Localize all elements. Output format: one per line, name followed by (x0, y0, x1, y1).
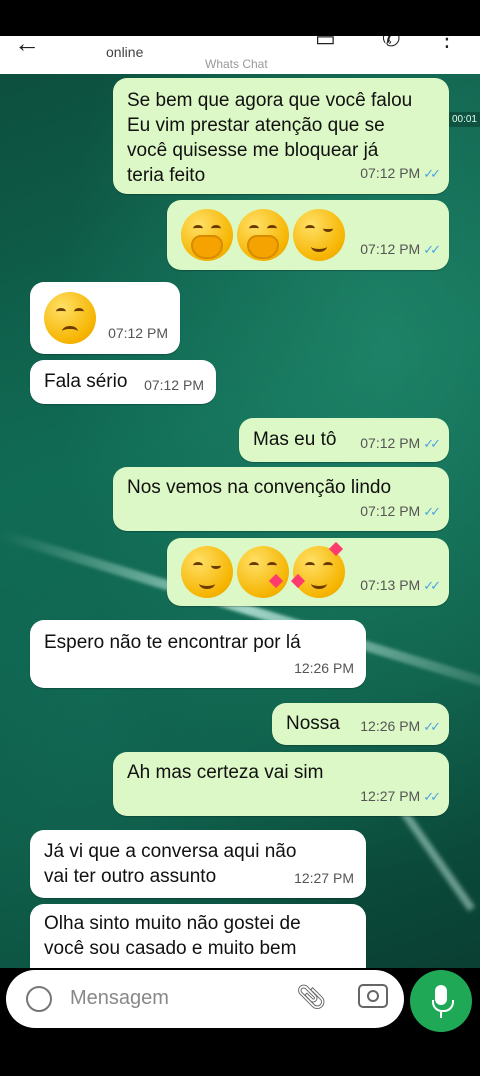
message-text: Olha sinto muito não gostei de (44, 913, 301, 934)
message-text: Espero não te encontrar por lá (44, 632, 301, 653)
message-text: Eu vim prestar atenção que se (127, 115, 385, 136)
message-bubble-outgoing[interactable]: 07:13 PM ✓✓ (167, 538, 449, 606)
message-bubble-outgoing[interactable]: Mas eu tô 07:12 PM ✓✓ (239, 418, 449, 462)
watermark: Whats Chat (205, 57, 268, 71)
smiling-hearts-emoji-icon (290, 541, 345, 598)
back-arrow-icon[interactable]: ← (14, 36, 40, 59)
chat-area[interactable]: 00:01 Se bem que agora que você falou Eu… (0, 74, 480, 968)
message-text: Ah mas certeza vai sim (127, 762, 324, 783)
microphone-button[interactable] (410, 970, 472, 1032)
message-text: Se bem que agora que você falou (127, 90, 413, 111)
attachment-icon[interactable]: 📎︎ (296, 983, 326, 1012)
chat-header: ← online Whats Chat ▭ ✆ ⋮ (0, 36, 480, 74)
message-bubble-outgoing[interactable]: 07:12 PM ✓✓ (167, 200, 449, 270)
message-time: 07:12 PM (360, 165, 421, 181)
message-bubble-outgoing[interactable]: Nos vemos na convenção lindo 07:12 PM ✓✓ (113, 467, 449, 531)
message-text: você sou casado e muito bem (44, 938, 297, 959)
message-time: 07:12 PM (360, 435, 421, 451)
message-bubble-outgoing[interactable]: Nossa 12:26 PM ✓✓ (272, 703, 449, 745)
message-time: 12:26 PM (360, 718, 421, 734)
camera-icon[interactable] (358, 984, 388, 1008)
navigation-bar (0, 1036, 480, 1076)
read-receipt-icon: ✓✓ (423, 719, 441, 734)
message-text: Já vi que a conversa aqui não (44, 841, 297, 862)
message-bubble-incoming[interactable]: 07:12 PM (30, 282, 180, 354)
side-timestamp: 00:01 (448, 112, 480, 127)
video-call-icon[interactable]: ▭ (315, 36, 336, 52)
emoji-icon[interactable] (26, 986, 52, 1012)
microphone-icon-stem (440, 1012, 442, 1018)
message-bubble-incoming[interactable]: Olha sinto muito não gostei de você sou … (30, 904, 366, 968)
read-receipt-icon: ✓✓ (423, 789, 441, 804)
message-text: Nos vemos na convenção lindo (127, 477, 392, 498)
message-text: Nossa (286, 713, 340, 734)
message-text: você quisesse me bloquear já (127, 140, 379, 161)
phone-icon[interactable]: ✆ (382, 36, 400, 52)
message-bubble-outgoing[interactable]: Ah mas certeza vai sim 12:27 PM ✓✓ (113, 752, 449, 816)
wink-emoji-icon (293, 209, 345, 261)
message-bubble-incoming[interactable]: Fala sério 07:12 PM (30, 360, 216, 404)
raised-eyebrow-emoji-icon (44, 292, 96, 344)
message-bubble-incoming[interactable]: Já vi que a conversa aqui não vai ter ou… (30, 830, 366, 898)
message-time: 07:13 PM (360, 577, 421, 593)
read-receipt-icon: ✓✓ (423, 504, 441, 519)
more-options-icon[interactable]: ⋮ (436, 36, 458, 52)
kissing-heart-emoji-icon (237, 546, 289, 598)
message-time: 07:12 PM (144, 377, 204, 393)
message-text: vai ter outro assunto (44, 866, 217, 887)
message-bubble-incoming[interactable]: Espero não te encontrar por lá 12:26 PM (30, 620, 366, 688)
status-bar (0, 0, 480, 36)
message-time: 12:26 PM (294, 660, 354, 676)
message-composer[interactable]: Mensagem 📎︎ (6, 970, 404, 1028)
message-time: 07:12 PM (108, 325, 168, 341)
message-time: 07:12 PM (360, 241, 421, 257)
message-input[interactable]: Mensagem (70, 987, 169, 1010)
read-receipt-icon: ✓✓ (423, 166, 441, 181)
read-receipt-icon: ✓✓ (423, 578, 441, 593)
microphone-icon-base (432, 1000, 454, 1012)
contact-status: online (106, 44, 144, 60)
message-text: Mas eu tô (253, 429, 337, 450)
message-time: 12:27 PM (360, 788, 421, 804)
read-receipt-icon: ✓✓ (423, 436, 441, 451)
message-bubble-outgoing[interactable]: Se bem que agora que você falou Eu vim p… (113, 78, 449, 194)
message-time: 07:12 PM (360, 503, 421, 519)
hand-over-mouth-emoji-icon (181, 209, 233, 261)
message-text: Fala sério (44, 371, 128, 392)
wink-emoji-icon (181, 546, 233, 598)
read-receipt-icon: ✓✓ (423, 242, 441, 257)
message-time: 12:27 PM (294, 870, 354, 886)
hand-over-mouth-emoji-icon (237, 209, 289, 261)
